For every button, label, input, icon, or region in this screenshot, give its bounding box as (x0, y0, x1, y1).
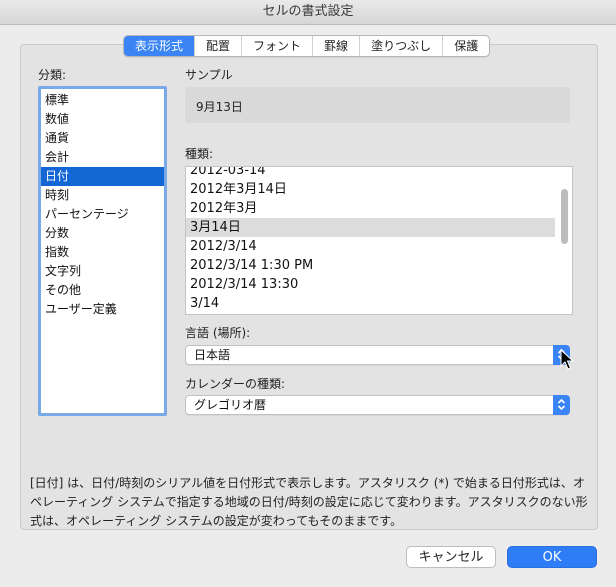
tab-alignment[interactable]: 配置 (194, 36, 241, 56)
description-text: [日付] は、日付/時刻のシリアル値を日付形式で表示します。アスタリスク (*)… (30, 476, 588, 528)
mouse-pointer-icon (560, 349, 574, 370)
window-title: セルの書式設定 (0, 0, 616, 25)
category-item[interactable]: 文字列 (41, 262, 164, 281)
category-item[interactable]: 分数 (41, 224, 164, 243)
type-item[interactable]: 2012-03-14 (186, 167, 572, 180)
tab-protection[interactable]: 保護 (442, 36, 489, 56)
type-item-selected[interactable]: 3月14日 (186, 218, 555, 237)
sample-preview: 9月13日 (185, 87, 570, 123)
category-item[interactable]: 時刻 (41, 186, 164, 205)
language-value: 日本語 (194, 348, 231, 362)
tab-number-format[interactable]: 表示形式 (124, 36, 195, 56)
type-item[interactable]: 2012/3/14 13:30 (186, 275, 572, 294)
tab-border[interactable]: 罫線 (312, 36, 359, 56)
type-item[interactable]: 2012/3/14 (186, 237, 572, 256)
category-list[interactable]: 標準 数値 通貨 会計 日付 時刻 パーセンテージ 分数 指数 文字列 その他 … (38, 86, 167, 416)
type-item[interactable]: 3/14 (186, 294, 572, 313)
category-item[interactable]: ユーザー定義 (41, 300, 164, 319)
category-item[interactable]: 通貨 (41, 129, 164, 148)
cancel-button[interactable]: キャンセル (406, 546, 496, 568)
category-item[interactable]: パーセンテージ (41, 205, 164, 224)
language-select[interactable]: 日本語 (185, 345, 570, 365)
category-item[interactable]: 標準 (41, 91, 164, 110)
category-item[interactable]: 会計 (41, 148, 164, 167)
type-item[interactable]: 2012年3月 (186, 199, 572, 218)
category-item[interactable]: その他 (41, 281, 164, 300)
calendar-value: グレゴリオ暦 (194, 398, 267, 412)
sample-label: サンプル (185, 68, 233, 82)
tab-bar: 表示形式 配置 フォント 罫線 塗りつぶし 保護 (123, 35, 491, 57)
type-item[interactable]: 2012/3/14 1:30 PM (186, 256, 572, 275)
category-item[interactable]: 指数 (41, 243, 164, 262)
tab-fill[interactable]: 塗りつぶし (359, 36, 442, 56)
category-item[interactable]: 数値 (41, 110, 164, 129)
type-item[interactable]: 2012年3月14日 (186, 180, 572, 199)
category-label: 分類: (38, 68, 67, 82)
tab-font[interactable]: フォント (241, 36, 312, 56)
type-label: 種類: (185, 147, 214, 161)
sample-value: 9月13日 (196, 100, 243, 114)
category-item-selected[interactable]: 日付 (41, 167, 164, 186)
type-list-scrollbar[interactable] (561, 189, 568, 244)
type-list[interactable]: 2012-03-14 2012年3月14日 2012年3月 3月14日 2012… (185, 166, 573, 315)
updown-chevron-icon (553, 395, 570, 415)
language-label: 言語 (場所): (185, 326, 251, 340)
ok-button[interactable]: OK (507, 546, 597, 568)
calendar-select[interactable]: グレゴリオ暦 (185, 395, 570, 415)
calendar-label: カレンダーの種類: (185, 377, 286, 391)
